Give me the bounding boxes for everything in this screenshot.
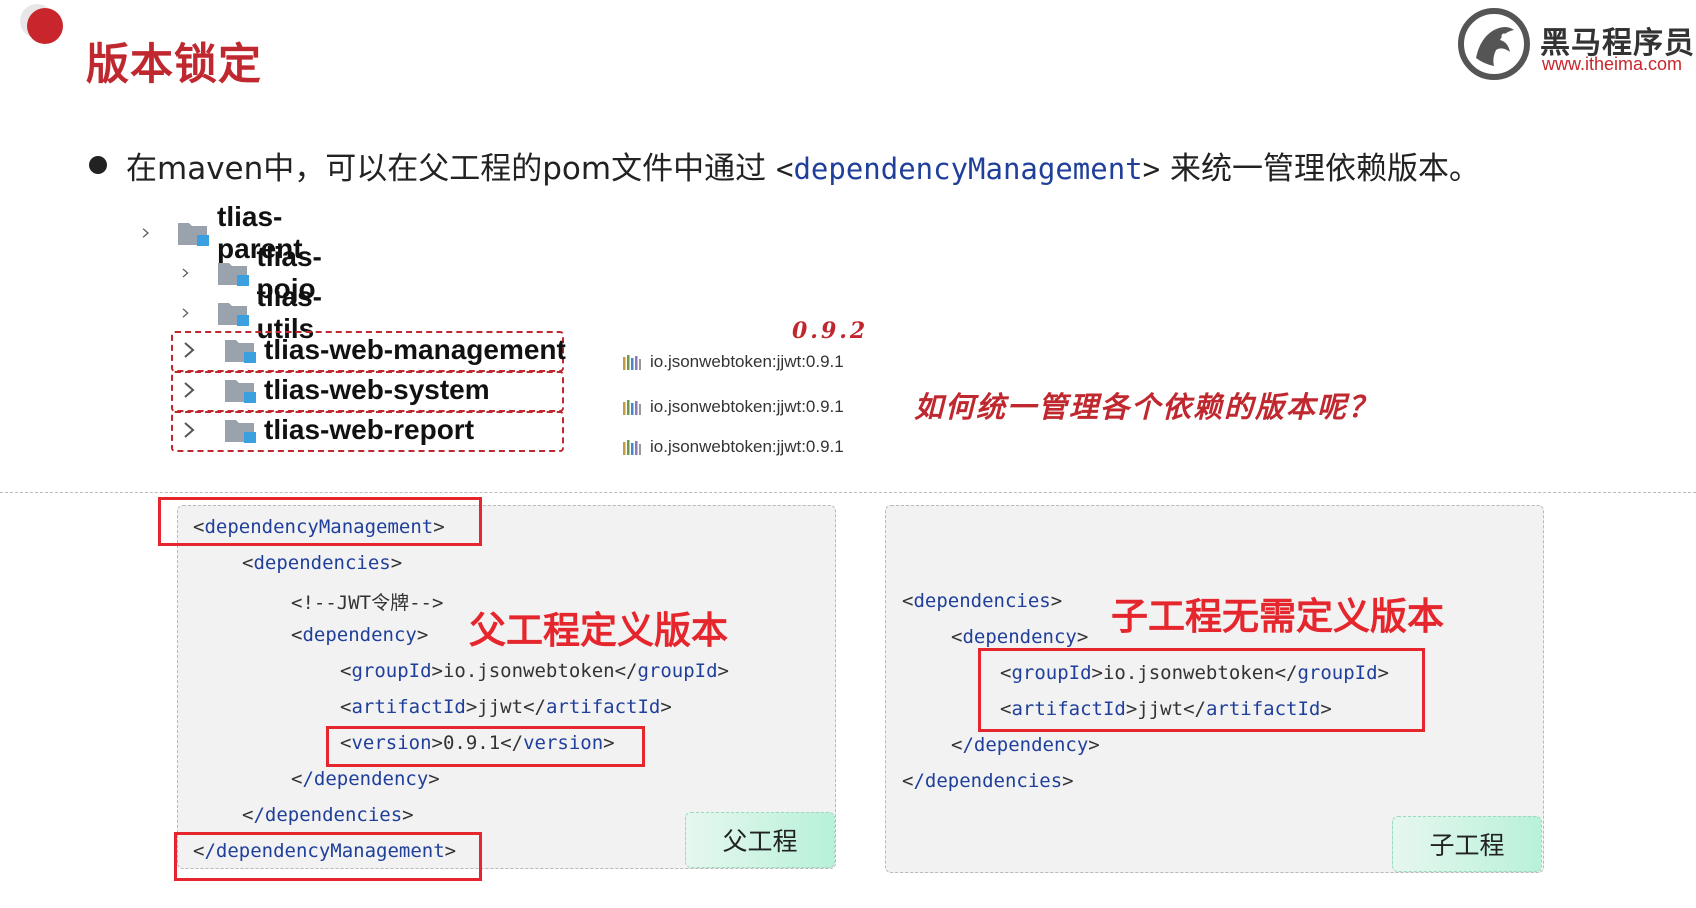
xml-line: <dependency>	[951, 626, 1089, 648]
module-folder-icon	[224, 336, 258, 364]
parent-label-badge: 父工程	[685, 812, 835, 868]
dependency-label: io.jsonwebtoken:jjwt:0.9.1	[650, 437, 844, 456]
dependency-label: io.jsonwebtoken:jjwt:0.9.1	[650, 397, 844, 416]
tag-name: dependencyManagement	[793, 152, 1143, 186]
xml-line: </dependencyManagement>	[193, 840, 457, 862]
chevron-right-icon[interactable]	[180, 304, 191, 322]
tree-item-label: tlias-web-system	[264, 374, 490, 405]
xml-line: </dependencies>	[242, 804, 414, 826]
xml-line: </dependency>	[951, 734, 1100, 756]
child-label-badge: 子工程	[1392, 816, 1542, 872]
module-folder-icon	[224, 376, 258, 404]
chevron-right-icon[interactable]	[140, 224, 151, 242]
module-folder-icon	[224, 416, 258, 444]
xml-line: <groupId>io.jsonwebtoken</groupId>	[340, 660, 729, 682]
tag-open: <	[775, 152, 794, 186]
bullet-dot	[89, 156, 107, 174]
library-bars-icon	[623, 400, 641, 415]
xml-line: </dependencies>	[902, 770, 1074, 792]
module-folder-icon	[217, 299, 251, 327]
xml-line: <version>0.9.1</version>	[340, 732, 615, 754]
library-bars-icon	[623, 355, 641, 370]
chevron-right-icon[interactable]	[180, 341, 198, 359]
xml-line: <dependencies>	[242, 552, 403, 574]
intro-before: 在maven中，可以在父工程的pom文件中通过	[126, 151, 767, 187]
tree-item-tlias-web-system[interactable]: tlias-web-system	[180, 370, 490, 410]
intro-text: 在maven中，可以在父工程的pom文件中通过 <dependencyManag…	[126, 143, 1480, 188]
tree-item-tlias-utils[interactable]: tlias-utils	[180, 281, 329, 344]
tree-item-tlias-web-management[interactable]: tlias-web-management	[180, 330, 566, 370]
chevron-right-icon[interactable]	[180, 381, 198, 399]
chevron-right-icon[interactable]	[180, 421, 198, 439]
xml-line: <dependency>	[291, 624, 429, 646]
tree-item-label: tlias-web-management	[264, 334, 566, 365]
dependency-entry-management: io.jsonwebtoken:jjwt:0.9.1	[622, 352, 844, 372]
handwritten-version-note: 0.9.2	[792, 318, 869, 344]
section-divider	[0, 492, 1696, 493]
xml-comment: <!--JWT令牌-->	[291, 592, 444, 614]
intro-after: 来统一管理依赖版本。	[1169, 151, 1480, 187]
module-folder-icon	[177, 219, 211, 247]
tag-close: >	[1142, 152, 1161, 186]
library-bars-icon	[623, 440, 641, 455]
xml-line: <artifactId>jjwt</artifactId>	[340, 696, 672, 718]
xml-line: <artifactId>jjwt</artifactId>	[1000, 698, 1332, 720]
child-heading: 子工程无需定义版本	[1111, 595, 1444, 638]
module-folder-icon	[217, 259, 251, 287]
tree-item-tlias-web-report[interactable]: tlias-web-report	[180, 410, 474, 450]
page-title: 版本锁定	[86, 40, 262, 90]
dependency-label: io.jsonwebtoken:jjwt:0.9.1	[650, 352, 844, 371]
decor-dot	[27, 8, 63, 44]
chevron-right-icon[interactable]	[180, 264, 191, 282]
handwritten-question: 如何统一管理各个依赖的版本呢？	[914, 390, 1380, 424]
dependency-entry-report: io.jsonwebtoken:jjwt:0.9.1	[622, 437, 844, 457]
tree-item-label: tlias-web-report	[264, 414, 475, 445]
xml-line: </dependency>	[291, 768, 440, 790]
xml-line: <dependencyManagement>	[193, 516, 445, 538]
brand-logo-icon	[1458, 8, 1530, 80]
dependency-entry-system: io.jsonwebtoken:jjwt:0.9.1	[622, 397, 844, 417]
intro-tag: <dependencyManagement>	[776, 152, 1160, 186]
brand-url: www.itheima.com	[1542, 54, 1683, 74]
xml-line: <dependencies>	[902, 590, 1063, 612]
xml-line: <groupId>io.jsonwebtoken</groupId>	[1000, 662, 1389, 684]
parent-heading: 父工程定义版本	[469, 609, 728, 652]
